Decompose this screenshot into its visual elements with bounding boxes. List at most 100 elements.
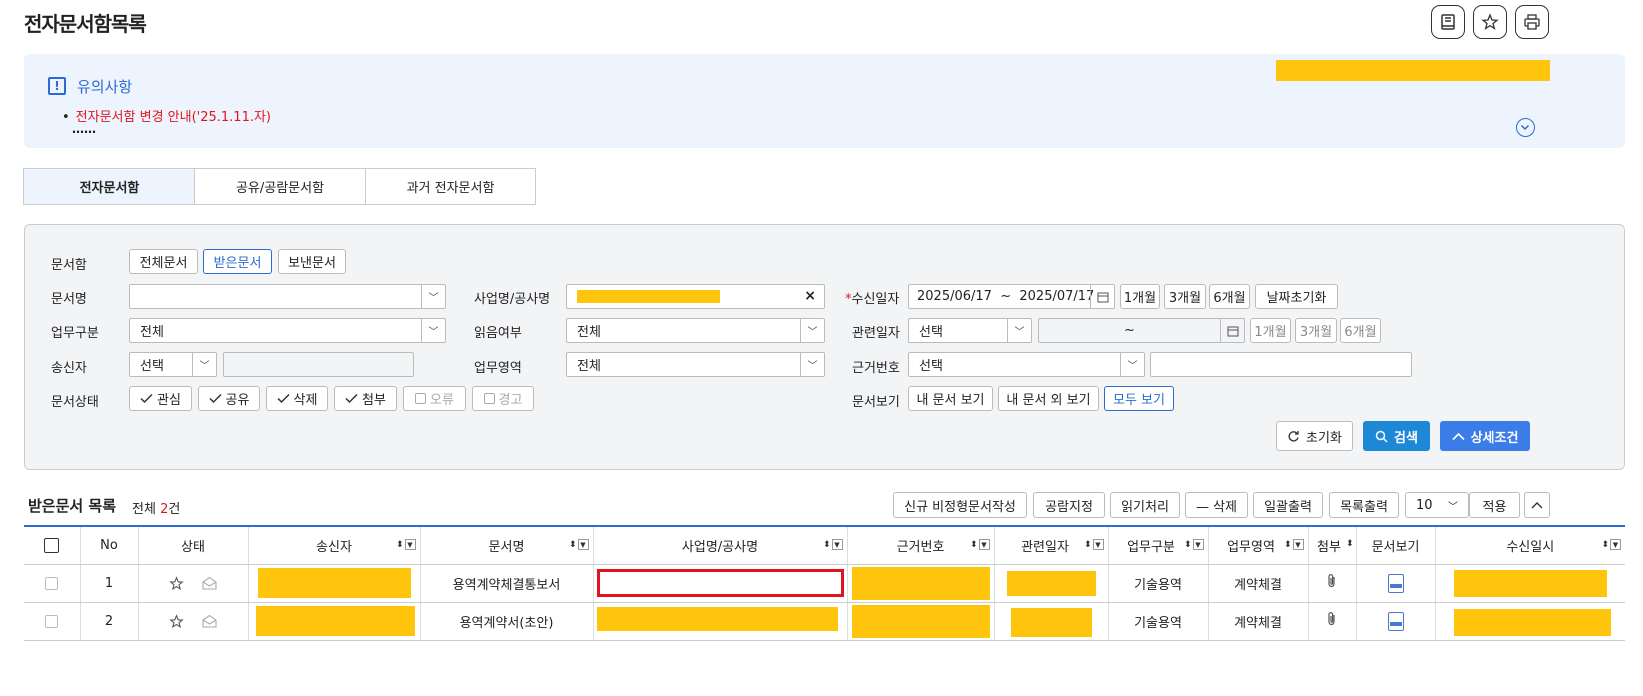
recv-date-range[interactable]: 2025/06/17 ~ 2025/07/17 — [908, 284, 1115, 309]
envelope-open-icon — [202, 576, 217, 590]
notice-more: …… — [72, 122, 96, 136]
col-basis-no[interactable]: 근거번호 ⬍ ▼ — [846, 525, 994, 565]
detail-conditions-button[interactable]: 상세조건 — [1440, 421, 1530, 451]
read-status-select[interactable]: 전체 ﹀ — [566, 318, 825, 343]
select-all-checkbox[interactable] — [44, 537, 60, 553]
sort-icon[interactable]: ⬍ ▼ — [569, 539, 589, 550]
col-work-type[interactable]: 업무구분 ⬍ ▼ — [1107, 525, 1208, 565]
work-area-select[interactable]: 전체 ﹀ — [566, 352, 825, 377]
view-others-button[interactable]: 내 문서 외 보기 — [998, 386, 1099, 411]
calendar-icon[interactable] — [1090, 285, 1114, 308]
row-project[interactable] — [592, 564, 847, 603]
received-docs-button[interactable]: 받은문서 — [203, 249, 272, 274]
sort-icon[interactable]: ⬍ ▼ — [1284, 539, 1304, 550]
status-delete-check[interactable]: 삭제 — [266, 386, 328, 411]
sort-icon[interactable]: ⬍ ▼ — [970, 539, 990, 550]
row-status — [137, 602, 248, 641]
checkbox-icon — [415, 393, 427, 404]
star-icon[interactable] — [169, 575, 184, 591]
favorite-button[interactable] — [1473, 5, 1507, 39]
status-share-check[interactable]: 공유 — [198, 386, 260, 411]
table-row[interactable]: 1 용역계약체결통보서 기술용역 계약체결 — [24, 564, 1625, 603]
tab-shared-box[interactable]: 공유/공람문서함 — [194, 168, 366, 205]
col-attach[interactable]: 첨부 ⬍ — [1307, 525, 1356, 565]
chevron-up-icon — [1531, 502, 1543, 509]
col-work-area[interactable]: 업무영역 ⬍ ▼ — [1207, 525, 1308, 565]
sender-input[interactable] — [223, 352, 414, 377]
row-project[interactable] — [592, 602, 847, 641]
expand-notice-button[interactable] — [1516, 118, 1535, 137]
row-no: 2 — [79, 602, 138, 641]
status-interest-check[interactable]: 관심 — [129, 386, 192, 411]
tab-edoc-box[interactable]: 전자문서함 — [23, 168, 195, 205]
sort-icon[interactable]: ⬍ ▼ — [1084, 539, 1104, 550]
view-mine-button[interactable]: 내 문서 보기 — [908, 386, 993, 411]
search-button[interactable]: 검색 — [1363, 421, 1430, 451]
redacted-area — [257, 567, 411, 598]
row-checkbox[interactable] — [45, 576, 59, 590]
sender-select[interactable]: 선택 ﹀ — [129, 352, 217, 377]
tab-past-box[interactable]: 과거 전자문서함 — [365, 168, 536, 205]
manual-button[interactable] — [1431, 5, 1465, 39]
xml-file-icon[interactable] — [1387, 573, 1404, 593]
exclamation-icon: ! — [48, 77, 66, 95]
status-warning-check[interactable]: 경고 — [472, 386, 534, 411]
clear-icon[interactable]: × — [804, 288, 816, 304]
status-attach-check[interactable]: 첨부 — [334, 386, 397, 411]
project-input[interactable]: × — [566, 284, 825, 309]
xml-file-icon[interactable] — [1387, 611, 1404, 631]
status-error-check[interactable]: 오류 — [403, 386, 466, 411]
list-print-button[interactable]: 목록출력 — [1329, 492, 1399, 518]
row-checkbox[interactable] — [45, 614, 59, 628]
mark-read-button[interactable]: 읽기처리 — [1110, 492, 1180, 518]
sort-icon[interactable]: ⬍ — [1346, 539, 1354, 549]
print-button[interactable] — [1515, 5, 1549, 39]
assign-viewing-button[interactable]: 공람지정 — [1033, 492, 1105, 518]
sent-docs-button[interactable]: 보낸문서 — [278, 249, 346, 274]
col-project[interactable]: 사업명/공사명 ⬍ ▼ — [592, 525, 847, 565]
batch-print-button[interactable]: 일괄출력 — [1253, 492, 1323, 518]
table-row[interactable]: 2 용역계약서(초안) 기술용역 계약체결 — [24, 602, 1625, 641]
page-size-select[interactable]: 10 ﹀ — [1405, 492, 1469, 518]
all-docs-button[interactable]: 전체문서 — [129, 249, 198, 274]
sort-icon[interactable]: ⬍ ▼ — [823, 539, 843, 550]
row-doc-view[interactable] — [1355, 602, 1435, 641]
basis-no-select[interactable]: 선택 ﹀ — [908, 352, 1145, 377]
apply-button[interactable]: 적용 — [1469, 492, 1520, 518]
row-attach[interactable] — [1307, 602, 1356, 641]
new-document-button[interactable]: 신규 비정형문서작성 — [893, 492, 1027, 518]
doc-name-select[interactable]: ﹀ — [129, 284, 446, 309]
star-icon[interactable] — [169, 613, 184, 629]
recv-1month-button[interactable]: 1개월 — [1120, 284, 1160, 309]
col-sender[interactable]: 송신자 ⬍ ▼ — [247, 525, 420, 565]
rel-date-label: 관련일자 — [852, 326, 900, 341]
delete-button[interactable]: — 삭제 — [1185, 492, 1248, 518]
redacted-area — [577, 290, 720, 303]
recv-6month-button[interactable]: 6개월 — [1209, 284, 1250, 309]
basis-no-label: 근거번호 — [852, 361, 900, 376]
reset-button[interactable]: 초기화 — [1276, 421, 1353, 451]
rel-date-type-select[interactable]: 선택 ﹀ — [908, 318, 1032, 343]
row-attach[interactable] — [1307, 564, 1356, 603]
col-recv-time[interactable]: 수신일시 ⬍ ▼ — [1434, 525, 1625, 565]
sort-icon[interactable]: ⬍ ▼ — [396, 539, 416, 550]
recv-3month-button[interactable]: 3개월 — [1164, 284, 1206, 309]
collapse-button[interactable] — [1524, 492, 1550, 518]
col-rel-date[interactable]: 관련일자 ⬍ ▼ — [993, 525, 1108, 565]
col-doc-name[interactable]: 문서명 ⬍ ▼ — [419, 525, 593, 565]
rel-3month-button[interactable]: 3개월 — [1295, 318, 1337, 343]
paperclip-icon[interactable] — [1326, 573, 1338, 589]
sort-icon[interactable]: ⬍ ▼ — [1601, 539, 1621, 550]
row-doc-view[interactable] — [1355, 564, 1435, 603]
row-doc-name[interactable]: 용역계약체결통보서 — [419, 564, 593, 603]
date-reset-button[interactable]: 날짜초기화 — [1255, 284, 1338, 309]
sort-icon[interactable]: ⬍ ▼ — [1184, 539, 1204, 550]
rel-1month-button[interactable]: 1개월 — [1250, 318, 1291, 343]
basis-no-input[interactable] — [1150, 352, 1412, 377]
view-all-button[interactable]: 모두 보기 — [1104, 386, 1174, 411]
paperclip-icon[interactable] — [1326, 611, 1338, 627]
rel-6month-button[interactable]: 6개월 — [1340, 318, 1381, 343]
select-all-header[interactable] — [24, 525, 80, 565]
work-type-select[interactable]: 전체 ﹀ — [129, 318, 446, 343]
row-doc-name[interactable]: 용역계약서(초안) — [419, 602, 593, 641]
